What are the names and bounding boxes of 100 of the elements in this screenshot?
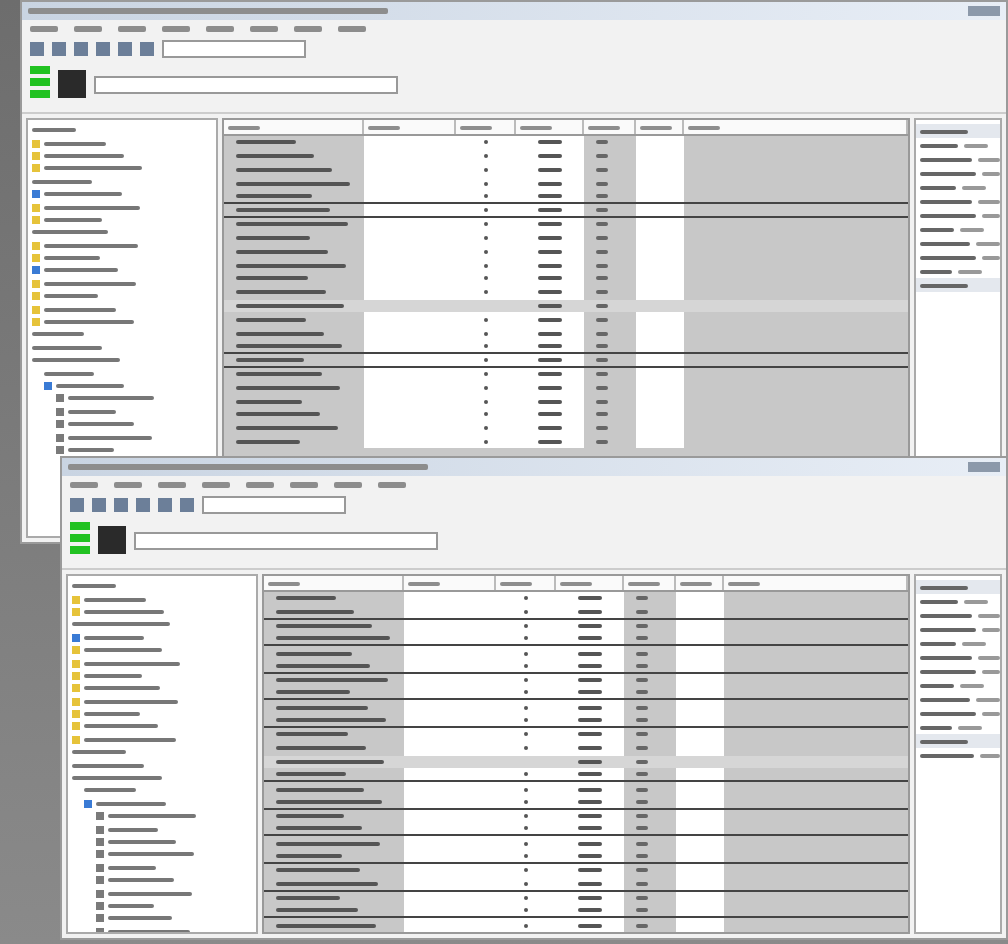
blurred-text[interactable] [84,724,158,729]
table-row[interactable] [264,891,908,905]
blurred-text[interactable] [68,447,114,452]
blurred-text[interactable] [84,673,142,678]
blurred-text[interactable] [32,230,108,235]
blurred-text[interactable] [44,281,136,286]
blurred-text [74,25,102,31]
blurred-text[interactable] [72,750,126,755]
blurred-text[interactable] [44,217,102,222]
table-row[interactable] [264,714,908,728]
blurred-text [538,222,562,227]
blurred-text[interactable] [72,776,162,781]
table-row[interactable] [224,203,908,218]
blurred-text[interactable] [32,128,76,133]
blurred-text [578,826,602,831]
blurred-text[interactable] [44,243,138,248]
table-row[interactable] [264,619,908,633]
table-row[interactable] [264,795,908,810]
blurred-text[interactable] [68,422,134,427]
blurred-text[interactable] [32,345,102,350]
blurred-text [236,399,302,404]
blurred-text [538,276,562,281]
blurred-text[interactable] [108,852,194,857]
table-row[interactable] [224,339,908,354]
blurred-text[interactable] [44,166,142,171]
blurred-text[interactable] [84,788,136,793]
table-row[interactable] [224,353,908,368]
table-row[interactable] [224,299,908,313]
blurred-text [294,25,322,31]
blurred-text[interactable] [108,891,192,896]
blurred-text [578,923,602,928]
blurred-text[interactable] [108,916,172,921]
blurred-text[interactable] [44,371,94,376]
blurred-text[interactable] [84,635,144,640]
blurred-text [236,439,300,444]
table-row[interactable] [264,755,908,769]
blurred-text[interactable] [44,307,116,312]
blurred-text[interactable] [44,256,100,261]
blurred-text[interactable] [68,409,116,414]
table-row[interactable] [224,190,908,204]
blurred-text[interactable] [108,903,154,908]
blurred-text[interactable] [72,584,116,589]
blurred-text [538,290,562,295]
blurred-text[interactable] [108,865,156,870]
blurred-text [236,235,310,240]
blurred-text[interactable] [108,814,196,819]
blurred-text [334,481,362,487]
status-lights-icon [70,522,90,558]
table-row[interactable] [224,367,908,381]
blurred-text[interactable] [72,622,170,627]
blurred-text[interactable] [84,686,160,691]
blurred-text[interactable] [84,737,176,742]
blurred-text[interactable] [108,878,174,883]
table-row[interactable] [264,850,908,864]
blurred-text[interactable] [68,396,154,401]
blurred-text [250,25,278,31]
blurred-text[interactable] [44,205,140,210]
blurred-text [538,317,562,322]
blurred-text[interactable] [72,763,144,768]
blurred-text [538,263,562,268]
blurred-text[interactable] [84,661,180,666]
table-row[interactable] [264,877,908,892]
blurred-text [236,385,340,390]
blurred-text [276,746,366,751]
blurred-text[interactable] [68,435,152,440]
blurred-text[interactable] [44,192,122,197]
blurred-text [236,371,322,376]
blurred-text[interactable] [44,153,124,158]
blurred-text[interactable] [84,648,162,653]
blurred-text [538,399,562,404]
blurred-text [236,194,312,199]
blurred-text[interactable] [108,827,158,832]
blurred-text[interactable] [44,320,134,325]
blurred-text [276,772,346,777]
blurred-text [114,481,142,487]
dropdown-field[interactable] [134,531,438,549]
table-row[interactable] [264,659,908,674]
blurred-text [276,636,390,641]
blurred-text[interactable] [84,597,146,602]
blurred-text [118,25,146,31]
blurred-text [276,826,362,831]
blurred-text[interactable] [44,141,106,146]
blurred-text[interactable] [32,332,84,337]
blurred-text[interactable] [32,358,120,363]
blurred-text [578,623,602,628]
blurred-text [578,787,602,792]
blurred-text [538,249,562,254]
blurred-text[interactable] [84,699,178,704]
blurred-text[interactable] [84,609,164,614]
blurred-text[interactable] [84,712,140,717]
blurred-text [578,718,602,723]
dropdown-field[interactable] [162,40,306,58]
blurred-text[interactable] [44,268,118,273]
table-row[interactable] [264,605,908,620]
blurred-text[interactable] [44,294,98,299]
dropdown-field[interactable] [94,75,398,93]
item-icon [32,266,40,275]
blurred-text[interactable] [32,179,92,184]
dropdown-field[interactable] [202,496,346,514]
blurred-text[interactable] [96,801,166,806]
